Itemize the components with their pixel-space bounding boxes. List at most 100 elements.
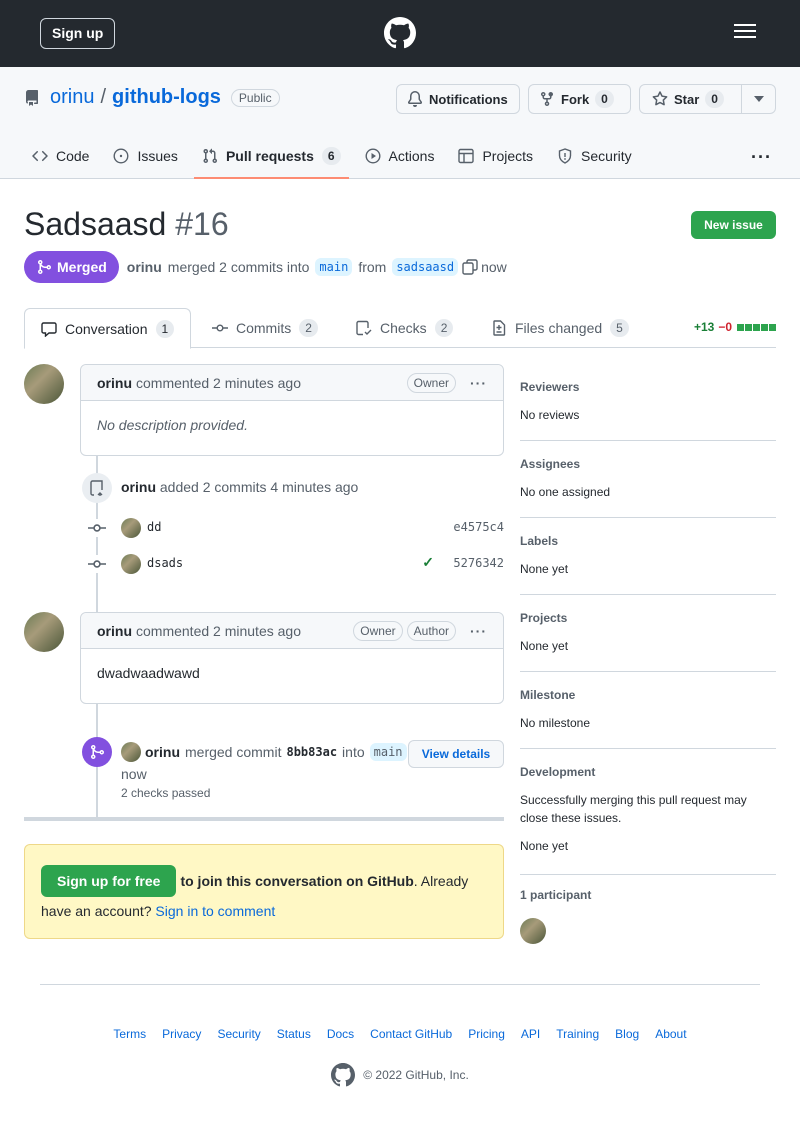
view-details-button[interactable]: View details xyxy=(408,740,504,768)
tab-checks[interactable]: Checks 2 xyxy=(356,308,454,348)
sidebar-projects: Projects None yet xyxy=(520,611,776,672)
author-badge: Author xyxy=(406,620,456,641)
merge-commit-sha[interactable]: 8bb83ac xyxy=(286,745,337,759)
sign-up-button[interactable]: Sign up xyxy=(40,18,116,49)
repo-name-link[interactable]: github-logs xyxy=(112,86,221,109)
repo-owner-link[interactable]: orinu xyxy=(50,86,94,109)
tab-security-label: Security xyxy=(581,148,632,164)
pr-title: Sadsaasd #16 xyxy=(24,206,229,243)
pr-author-link[interactable]: orinu xyxy=(127,259,162,275)
repo-push-icon xyxy=(82,473,112,503)
footer: Terms Privacy Security Status Docs Conta… xyxy=(40,984,760,1087)
sign-in-link[interactable]: Sign in to comment xyxy=(155,903,275,919)
comment-meta[interactable]: commented 2 minutes ago xyxy=(136,623,301,639)
avatar[interactable] xyxy=(24,612,64,652)
comment-meta[interactable]: commented 2 minutes ago xyxy=(136,375,301,391)
comment-author[interactable]: orinu xyxy=(97,375,132,391)
tab-issues[interactable]: Issues xyxy=(105,133,185,179)
fork-button[interactable]: Fork 0 xyxy=(528,84,631,114)
visibility-badge: Public xyxy=(230,88,280,107)
git-commit-icon xyxy=(88,519,106,537)
tab-projects-label: Projects xyxy=(482,148,534,164)
reviewers-title[interactable]: Reviewers xyxy=(520,380,776,394)
reviewers-value: No reviews xyxy=(520,408,580,422)
notifications-button[interactable]: Notifications xyxy=(396,84,520,114)
deletions-count: −0 xyxy=(718,320,732,334)
owner-badge: Owner xyxy=(406,372,456,393)
milestone-title[interactable]: Milestone xyxy=(520,688,776,702)
commit-sha[interactable]: e4575c4 xyxy=(453,520,504,534)
triangle-down-icon xyxy=(753,96,764,102)
diffstat-bar xyxy=(736,320,776,334)
kebab-icon[interactable]: ··· xyxy=(470,375,487,391)
avatar[interactable] xyxy=(121,554,141,574)
avatar[interactable] xyxy=(121,742,141,762)
pull-requests-count: 6 xyxy=(321,147,341,165)
avatar[interactable] xyxy=(121,518,141,538)
footer-link-pricing[interactable]: Pricing xyxy=(468,1027,505,1041)
footer-link-status[interactable]: Status xyxy=(277,1027,311,1041)
merge-event-author[interactable]: orinu xyxy=(145,744,180,760)
footer-link-docs[interactable]: Docs xyxy=(327,1027,354,1041)
commit-sha[interactable]: 5276342 xyxy=(453,556,504,570)
repo-icon xyxy=(25,89,38,106)
footer-link-privacy[interactable]: Privacy xyxy=(162,1027,201,1041)
tab-commits[interactable]: Commits 2 xyxy=(212,308,318,348)
tab-pull-requests[interactable]: Pull requests 6 xyxy=(193,133,349,179)
commits-event-author[interactable]: orinu xyxy=(121,479,156,495)
footer-link-training[interactable]: Training xyxy=(556,1027,599,1041)
sidebar-reviewers: Reviewers No reviews xyxy=(520,380,776,441)
footer-link-blog[interactable]: Blog xyxy=(615,1027,639,1041)
copy-icon[interactable] xyxy=(462,259,478,275)
comment-author[interactable]: orinu xyxy=(97,623,132,639)
labels-title[interactable]: Labels xyxy=(520,534,776,548)
assignees-title[interactable]: Assignees xyxy=(520,457,776,471)
footer-link-about[interactable]: About xyxy=(655,1027,686,1041)
avatar[interactable] xyxy=(24,364,64,404)
projects-title[interactable]: Projects xyxy=(520,611,776,625)
tab-files-changed[interactable]: Files changed 5 xyxy=(491,308,629,348)
merge-branch[interactable]: main xyxy=(369,743,407,761)
table-icon xyxy=(458,148,475,164)
star-dropdown[interactable] xyxy=(741,85,775,113)
tab-actions[interactable]: Actions xyxy=(357,133,443,179)
tab-checks-label: Checks xyxy=(380,320,427,336)
kebab-icon[interactable]: ··· xyxy=(470,623,487,639)
merge-event-into: into xyxy=(342,744,365,760)
comment-header: orinu commented 2 minutes ago Owner ··· xyxy=(81,365,503,401)
footer-link-terms[interactable]: Terms xyxy=(113,1027,146,1041)
footer-link-security[interactable]: Security xyxy=(217,1027,260,1041)
more-options-icon[interactable]: ··· xyxy=(751,147,772,168)
base-branch[interactable]: main xyxy=(315,258,353,276)
tab-security[interactable]: Security xyxy=(549,133,640,179)
participants-title: 1 participant xyxy=(520,888,592,902)
tab-conversation[interactable]: Conversation 1 xyxy=(24,308,192,349)
tab-code[interactable]: Code xyxy=(24,133,97,179)
check-icon[interactable]: ✓ xyxy=(422,554,434,571)
commit-message[interactable]: dsads xyxy=(147,556,183,570)
tab-projects[interactable]: Projects xyxy=(450,133,541,179)
projects-value: None yet xyxy=(520,639,569,653)
star-button[interactable]: Star 0 xyxy=(639,84,776,114)
sidebar-milestone: Milestone No milestone xyxy=(520,688,776,749)
notifications-label: Notifications xyxy=(429,91,508,107)
github-logo-icon[interactable] xyxy=(384,17,416,52)
star-label: Star xyxy=(674,91,700,107)
footer-link-contact[interactable]: Contact GitHub xyxy=(370,1027,452,1041)
checks-passed-text[interactable]: 2 checks passed xyxy=(121,786,210,800)
pr-number: #16 xyxy=(175,206,229,242)
menu-icon[interactable] xyxy=(734,24,756,42)
github-logo-icon[interactable] xyxy=(331,1063,356,1087)
tab-code-label: Code xyxy=(56,148,90,164)
head-branch[interactable]: sadsaasd xyxy=(392,258,459,276)
development-title[interactable]: Development xyxy=(520,765,776,779)
sidebar-development: Development Successfully merging this pu… xyxy=(520,765,776,875)
git-merge-icon xyxy=(82,737,112,767)
new-issue-button[interactable]: New issue xyxy=(691,211,776,239)
tab-pull-requests-label: Pull requests xyxy=(225,148,314,164)
commit-message[interactable]: dd xyxy=(147,520,161,534)
avatar[interactable] xyxy=(520,918,546,944)
development-value: Successfully merging this pull request m… xyxy=(520,793,747,825)
footer-link-api[interactable]: API xyxy=(521,1027,540,1041)
sign-up-free-button[interactable]: Sign up for free xyxy=(41,865,177,897)
